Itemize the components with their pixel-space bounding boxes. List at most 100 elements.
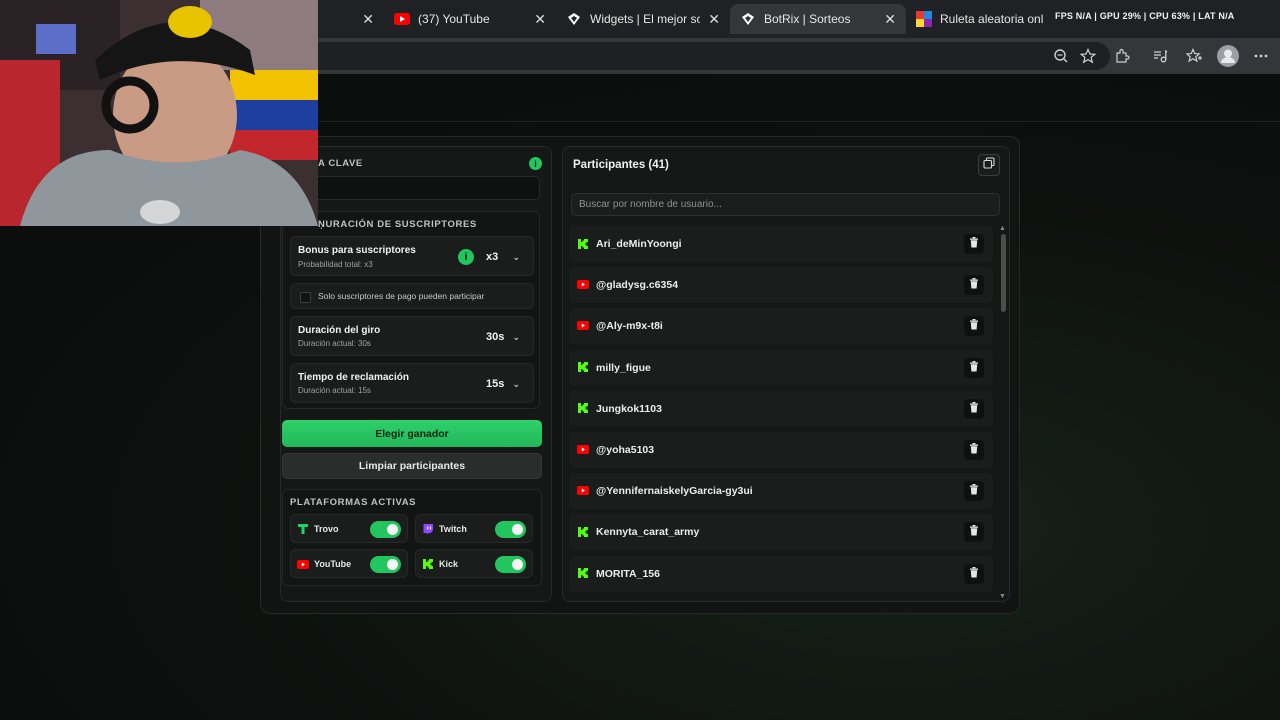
- star-icon[interactable]: [1078, 46, 1098, 66]
- participant-row: @Aly-m9x-t8i: [569, 308, 993, 345]
- scroll-down-icon[interactable]: ▼: [999, 593, 1006, 600]
- copy-list-button[interactable]: [978, 154, 1000, 176]
- browser-tab-widgets[interactable]: Widgets | El mejor softw ✕: [556, 4, 730, 34]
- remove-participant-button[interactable]: [964, 481, 984, 502]
- kick-icon: [422, 558, 434, 570]
- clear-participants-button[interactable]: Limpiar participantes: [282, 453, 542, 479]
- platform-name: Kick: [439, 559, 459, 569]
- paid-only-checkbox[interactable]: [300, 292, 311, 303]
- platform-youtube: YouTube: [290, 549, 408, 578]
- twitch-toggle[interactable]: [495, 521, 526, 538]
- trash-icon: [969, 482, 979, 500]
- participant-row: Kennyta_carat_army: [569, 514, 993, 551]
- claim-time-title: Tiempo de reclamación: [298, 372, 409, 383]
- participant-row: Ari_deMinYoongi: [569, 226, 993, 262]
- platform-kick: Kick: [415, 549, 533, 578]
- spin-duration-title: Duración del giro: [298, 325, 381, 336]
- info-icon[interactable]: i: [529, 157, 542, 170]
- remove-participant-button[interactable]: [964, 398, 984, 419]
- paid-only-row[interactable]: Solo suscriptores de pago pueden partici…: [290, 283, 534, 309]
- remove-participant-button[interactable]: [964, 522, 984, 543]
- info-icon[interactable]: i: [458, 249, 474, 265]
- remove-participant-button[interactable]: [964, 563, 984, 584]
- address-bar[interactable]: [270, 42, 1110, 70]
- tab-close-icon[interactable]: ✕: [708, 11, 720, 28]
- participant-row: @gladysg.c6354: [569, 267, 993, 304]
- favorites-icon[interactable]: [1184, 46, 1204, 66]
- paid-only-label: Solo suscriptores de pago pueden partici…: [318, 291, 485, 301]
- trash-icon: [969, 523, 979, 541]
- browser-tab-0[interactable]: ✕: [318, 4, 384, 34]
- youtube-icon: [394, 11, 410, 27]
- kick-icon: [576, 361, 589, 374]
- youtube-toggle[interactable]: [370, 556, 401, 573]
- participant-name: Ari_deMinYoongi: [596, 238, 682, 250]
- remove-participant-button[interactable]: [964, 357, 984, 378]
- spin-duration-subtitle: Duración actual: 30s: [298, 339, 371, 348]
- extensions-icon[interactable]: [1112, 46, 1132, 66]
- kick-toggle[interactable]: [495, 556, 526, 573]
- browser-tab-ruleta[interactable]: Ruleta aleatoria online: [906, 4, 1054, 34]
- zoom-icon[interactable]: [1051, 46, 1071, 66]
- spin-duration-row: Duración del giro Duración actual: 30s 3…: [290, 316, 534, 356]
- streamer-camera-feed: [0, 0, 318, 226]
- bonus-multiplier-select[interactable]: x3 ⌄: [481, 247, 525, 267]
- participant-name: Jungkok1103: [596, 402, 662, 415]
- platform-name: Twitch: [439, 524, 467, 534]
- wheel-icon: [916, 11, 932, 27]
- subscriber-config-label: ŅURACIÓN DE SUSCRIPTORES: [318, 219, 477, 230]
- platforms-label: PLATAFORMAS ACTIVAS: [290, 497, 417, 508]
- participant-row: milly_figue: [569, 349, 993, 386]
- remove-participant-button[interactable]: [964, 275, 984, 296]
- tab-close-icon[interactable]: ✕: [362, 11, 374, 28]
- browser-tab-youtube[interactable]: (37) YouTube ✕: [384, 4, 556, 34]
- trovo-toggle[interactable]: [370, 521, 401, 538]
- tab-close-icon[interactable]: ✕: [534, 11, 546, 28]
- tab-close-icon[interactable]: ✕: [884, 11, 896, 28]
- copy-icon: [983, 156, 995, 174]
- spin-duration-select[interactable]: 30s ⌄: [481, 327, 525, 347]
- claim-time-select[interactable]: 15s ⌄: [481, 374, 525, 394]
- scroll-up-icon[interactable]: ▲: [999, 225, 1006, 232]
- tab-title: Ruleta aleatoria online: [940, 12, 1044, 26]
- remove-participant-button[interactable]: [964, 316, 984, 337]
- keyword-input[interactable]: [290, 176, 540, 200]
- twitch-icon: [422, 523, 434, 535]
- spin-duration-value: 30s: [486, 331, 505, 343]
- youtube-icon: [297, 558, 309, 570]
- youtube-icon: [576, 443, 589, 456]
- participant-row: @yoha5103: [569, 432, 993, 468]
- tab-title: (37) YouTube: [418, 12, 490, 26]
- participant-name: Kennyta_carat_army: [596, 526, 700, 539]
- youtube-icon: [576, 484, 589, 497]
- profile-avatar[interactable]: [1217, 45, 1239, 67]
- trash-icon: [969, 317, 979, 335]
- participant-row: Jungkok1103: [569, 390, 993, 427]
- bonus-value: x3: [486, 251, 499, 263]
- kick-icon: [576, 525, 589, 538]
- browser-tab-botrix-sorteos[interactable]: BotRix | Sorteos ✕: [730, 4, 906, 34]
- subscriber-bonus-row: Bonus para suscriptores Probabilidad tot…: [290, 236, 534, 276]
- claim-time-value: 15s: [486, 378, 505, 390]
- bonus-title: Bonus para suscriptores: [298, 245, 416, 256]
- trash-icon: [969, 441, 979, 459]
- scrollbar-thumb[interactable]: [1001, 234, 1006, 312]
- kick-icon: [576, 402, 589, 415]
- trovo-icon: [297, 523, 309, 535]
- trash-icon: [969, 565, 979, 583]
- platform-name: YouTube: [314, 559, 352, 569]
- webcam-overlay: [0, 0, 318, 226]
- more-menu-icon[interactable]: [1251, 46, 1271, 66]
- tab-title: Widgets | El mejor softw: [590, 12, 701, 26]
- participant-search-input[interactable]: [571, 193, 1000, 216]
- pick-winner-button[interactable]: Elegir ganador: [282, 420, 542, 447]
- remove-participant-button[interactable]: [964, 440, 984, 460]
- participant-name: milly_figue: [596, 361, 651, 374]
- kick-icon: [576, 237, 589, 250]
- chevron-down-icon: ⌄: [512, 251, 520, 262]
- chevron-down-icon: ⌄: [512, 378, 520, 389]
- remove-participant-button[interactable]: [964, 234, 984, 254]
- media-icon[interactable]: [1150, 46, 1170, 66]
- claim-time-row: Tiempo de reclamación Duración actual: 1…: [290, 363, 534, 403]
- platform-trovo: Trovo: [290, 514, 408, 543]
